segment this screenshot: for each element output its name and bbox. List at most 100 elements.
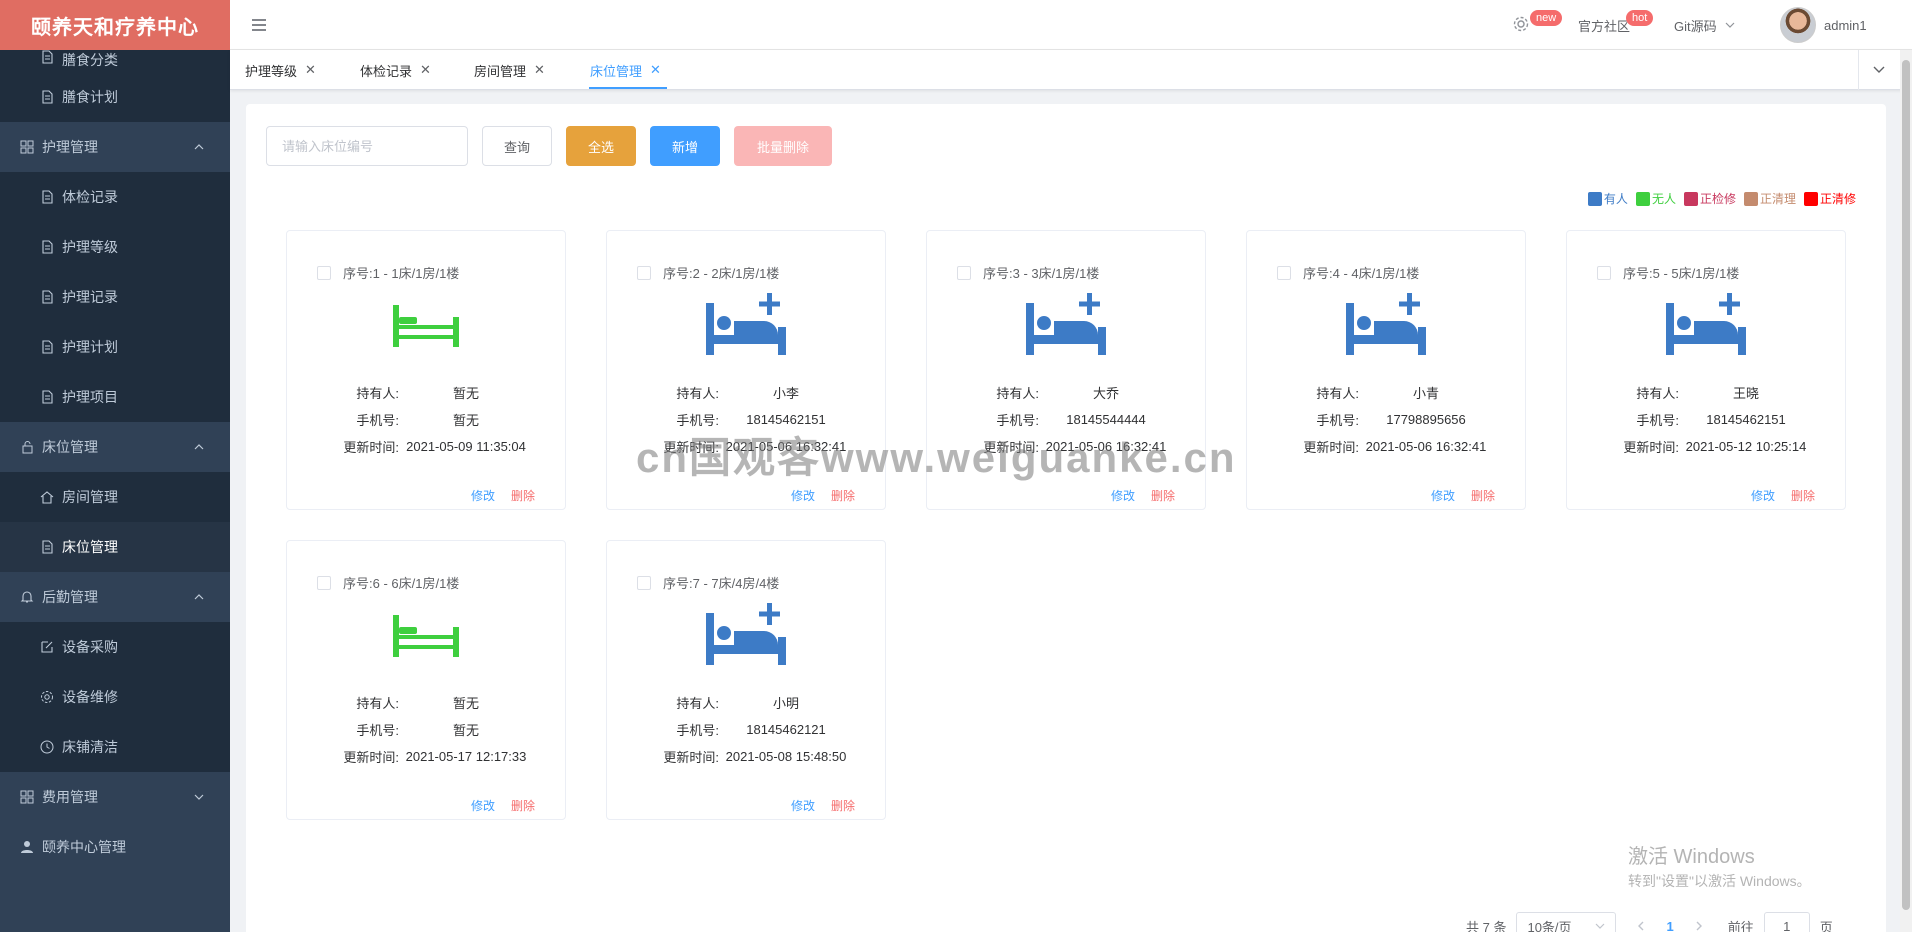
edit-link[interactable]: 修改	[471, 487, 495, 504]
bed-occupied-icon	[927, 291, 1205, 361]
delete-link[interactable]: 删除	[511, 797, 535, 814]
bed-card-header: 序号:6 - 6床/1房/1楼	[317, 573, 459, 592]
top-header: new 官方社区 hot Git源码 admin1	[230, 0, 1912, 50]
sidebar-item[interactable]: 床铺清洁	[0, 722, 230, 772]
chevron-down-icon	[1595, 919, 1605, 932]
grid-icon	[20, 790, 34, 804]
legend-swatch	[1683, 191, 1698, 206]
sidebar-item[interactable]: 护理记录	[0, 272, 230, 322]
sidebar-item[interactable]: 床位管理	[0, 522, 230, 572]
community-link[interactable]: 官方社区	[1578, 0, 1630, 50]
document-icon	[40, 190, 54, 204]
info-row: 持有人: 暂无	[287, 689, 565, 716]
bed-checkbox[interactable]	[637, 575, 651, 590]
bed-checkbox[interactable]	[317, 575, 331, 590]
close-icon[interactable]: ✕	[420, 62, 431, 78]
page-size-value: 10条/页	[1527, 919, 1572, 932]
tab-4[interactable]: 床位管理 ✕	[590, 50, 661, 90]
goto-page-input[interactable]: 1	[1763, 912, 1810, 932]
sidebar-item[interactable]: 设备维修	[0, 672, 230, 722]
delete-link[interactable]: 删除	[1471, 487, 1495, 504]
tab-label: 体检记录	[360, 63, 413, 79]
edit-link[interactable]: 修改	[1751, 487, 1775, 504]
close-icon[interactable]: ✕	[534, 62, 545, 78]
delete-link[interactable]: 删除	[511, 487, 535, 504]
user-menu[interactable]: admin1	[1780, 0, 1867, 50]
settings-button[interactable]	[1512, 0, 1530, 50]
sidebar-item[interactable]: 护理项目	[0, 372, 230, 422]
sidebar-item[interactable]: 护理等级	[0, 222, 230, 272]
delete-link[interactable]: 删除	[831, 487, 855, 504]
tab-label: 房间管理	[474, 63, 527, 79]
sidebar-item[interactable]: 房间管理	[0, 472, 230, 522]
sidebar-item[interactable]: 费用管理	[0, 772, 230, 822]
delete-link[interactable]: 删除	[1151, 487, 1175, 504]
add-button[interactable]: 新增	[650, 126, 720, 166]
edit-link[interactable]: 修改	[1111, 487, 1135, 504]
edit-link[interactable]: 修改	[791, 487, 815, 504]
edit-link[interactable]: 修改	[1431, 487, 1455, 504]
bed-empty-icon	[287, 601, 565, 671]
bed-checkbox[interactable]	[1597, 265, 1611, 280]
sidebar-item[interactable]: 膳食分类	[0, 50, 230, 72]
sidebar-item-label: 后勤管理	[42, 589, 98, 605]
legend-swatch	[1743, 191, 1758, 206]
delete-link[interactable]: 删除	[831, 797, 855, 814]
page-scrollbar[interactable]	[1900, 50, 1912, 932]
bed-card: 序号:6 - 6床/1房/1楼 持有人: 暂无 手机号: 暂无 更新时间: 2021-05-…	[286, 540, 566, 820]
search-input[interactable]	[266, 126, 468, 166]
info-row: 更新时间: 2021-05-08 15:48:50	[607, 743, 885, 770]
bed-actions: 修改 删除	[1431, 487, 1495, 504]
info-row: 更新时间: 2021-05-09 11:35:04	[287, 433, 565, 460]
sidebar-item[interactable]: 颐养中心管理	[0, 822, 230, 872]
info-row: 手机号: 暂无	[287, 406, 565, 433]
sidebar-item[interactable]: 后勤管理	[0, 572, 230, 622]
tags-more-button[interactable]	[1858, 50, 1898, 90]
sidebar-item-label: 床位管理	[62, 539, 118, 555]
sidebar-item[interactable]: 体检记录	[0, 172, 230, 222]
scrollbar-thumb[interactable]	[1902, 60, 1910, 910]
tab-3[interactable]: 房间管理 ✕	[474, 50, 545, 90]
bed-info: 持有人: 暂无 手机号: 暂无 更新时间: 2021-05-09 11:35:04	[287, 379, 565, 460]
select-all-button[interactable]: 全选	[566, 126, 636, 166]
document-icon	[40, 90, 54, 104]
grid-icon	[20, 140, 34, 154]
batch-delete-button[interactable]: 批量删除	[734, 126, 832, 166]
document-icon	[40, 540, 54, 554]
prev-page-icon[interactable]	[1636, 919, 1646, 932]
phone-label: 手机号:	[356, 413, 399, 428]
edit-link[interactable]: 修改	[791, 797, 815, 814]
updated-value: 2021-05-08 15:48:50	[725, 749, 847, 764]
sidebar-item-label: 膳食分类	[62, 52, 118, 68]
close-icon[interactable]: ✕	[305, 62, 316, 78]
tab-1[interactable]: 护理等级 ✕	[245, 50, 316, 90]
legend-label: 正清修	[1819, 192, 1856, 206]
git-source-dropdown[interactable]: Git源码	[1674, 0, 1735, 50]
sidebar-item[interactable]: 设备采购	[0, 622, 230, 672]
edit-link[interactable]: 修改	[471, 797, 495, 814]
sidebar-item[interactable]: 护理管理	[0, 122, 230, 172]
next-page-icon[interactable]	[1694, 919, 1704, 932]
bed-card-header: 序号:2 - 2床/1房/1楼	[637, 263, 779, 282]
tab-2[interactable]: 体检记录 ✕	[360, 50, 431, 90]
info-row: 持有人: 小明	[607, 689, 885, 716]
bed-checkbox[interactable]	[957, 265, 971, 280]
sidebar-item-label: 颐养中心管理	[42, 839, 126, 855]
legend-swatch	[1803, 191, 1818, 206]
delete-link[interactable]: 删除	[1791, 487, 1815, 504]
hamburger-icon[interactable]	[250, 16, 268, 37]
query-button[interactable]: 查询	[482, 126, 552, 166]
holder-label: 持有人:	[1316, 386, 1359, 401]
bed-checkbox[interactable]	[1277, 265, 1291, 280]
sidebar-item[interactable]: 床位管理	[0, 422, 230, 472]
page-number[interactable]: 1	[1656, 919, 1683, 932]
phone-label: 手机号:	[676, 723, 719, 738]
bed-checkbox[interactable]	[637, 265, 651, 280]
sidebar-item[interactable]: 护理计划	[0, 322, 230, 372]
tab-label: 护理等级	[245, 63, 298, 79]
bed-checkbox[interactable]	[317, 265, 331, 280]
close-icon[interactable]: ✕	[650, 62, 661, 78]
new-badge: new	[1530, 10, 1563, 26]
page-size-select[interactable]: 10条/页	[1516, 912, 1617, 932]
sidebar-item[interactable]: 膳食计划	[0, 72, 230, 122]
